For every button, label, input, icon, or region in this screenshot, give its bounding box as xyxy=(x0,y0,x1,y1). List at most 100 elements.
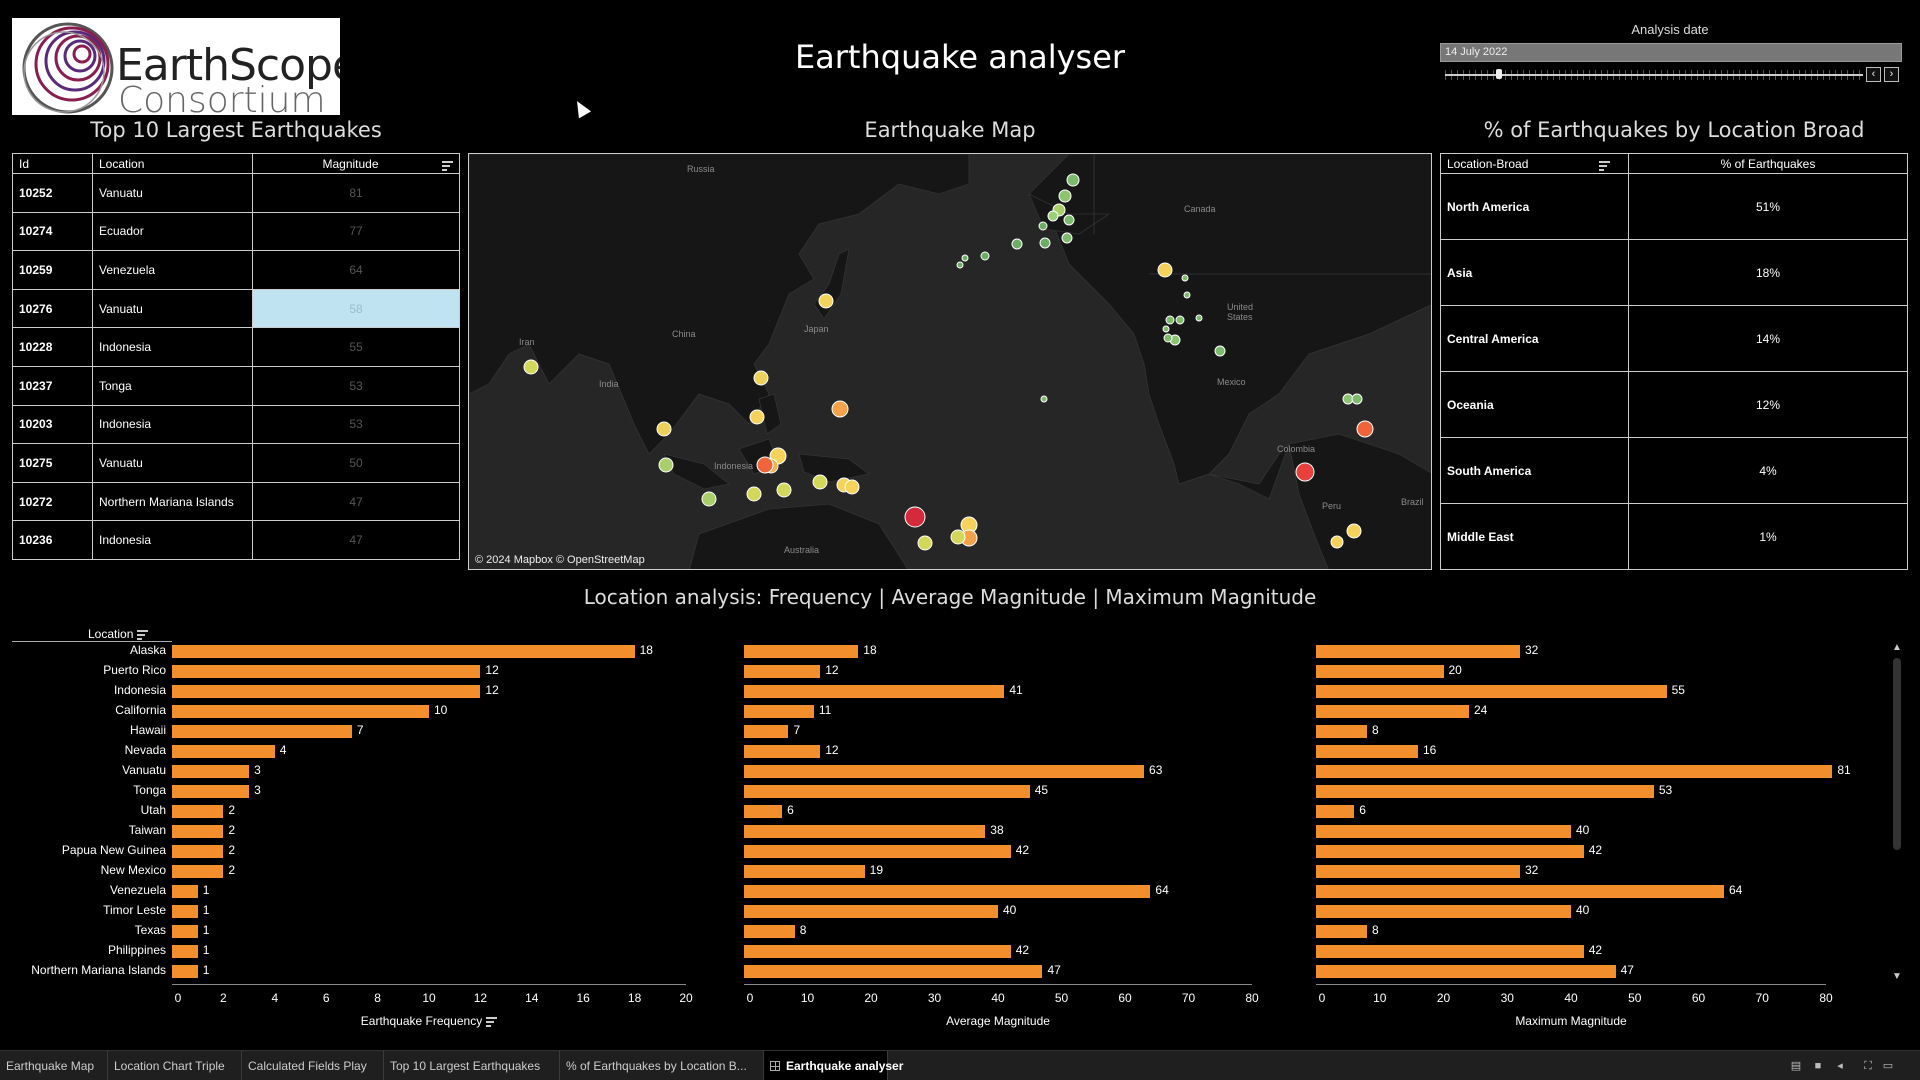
category-label[interactable]: Venezuela xyxy=(110,883,166,897)
earthquake-marker[interactable] xyxy=(756,456,774,474)
cell-magnitude[interactable]: 50 xyxy=(252,443,460,483)
bar[interactable] xyxy=(1316,825,1571,838)
cell-magnitude[interactable]: 53 xyxy=(252,404,460,445)
table-row[interactable]: 10275 Vanuatu 50 xyxy=(12,443,460,483)
bar[interactable] xyxy=(172,945,198,958)
earthquake-marker[interactable] xyxy=(1038,221,1048,231)
earthquake-marker[interactable] xyxy=(1356,420,1374,438)
bar[interactable] xyxy=(172,845,224,858)
earthquake-marker[interactable] xyxy=(812,474,828,490)
bar[interactable] xyxy=(744,865,865,878)
cell-magnitude[interactable]: 47 xyxy=(252,481,460,522)
category-label[interactable]: Puerto Rico xyxy=(103,663,166,677)
bar[interactable] xyxy=(744,945,1011,958)
bar[interactable] xyxy=(1316,945,1584,958)
bar[interactable] xyxy=(744,785,1030,798)
table-row[interactable]: 10252 Vanuatu 81 xyxy=(12,173,460,213)
bar[interactable] xyxy=(1316,745,1418,758)
earthquake-marker[interactable] xyxy=(950,529,966,545)
category-label[interactable]: Philippines xyxy=(108,943,166,957)
earthquake-marker[interactable] xyxy=(1162,325,1170,333)
bar[interactable] xyxy=(1316,845,1584,858)
earthquake-marker[interactable] xyxy=(1330,535,1344,549)
bar[interactable] xyxy=(1316,965,1616,978)
category-label[interactable]: Texas xyxy=(135,923,166,937)
category-label[interactable]: Northern Mariana Islands xyxy=(31,963,166,977)
bar[interactable] xyxy=(172,905,198,918)
date-prev-button[interactable]: ‹ xyxy=(1866,67,1881,82)
category-label[interactable]: Timor Leste xyxy=(103,903,166,917)
earthquake-marker[interactable] xyxy=(1058,189,1072,203)
bar[interactable] xyxy=(744,845,1011,858)
bar[interactable] xyxy=(172,685,481,698)
bar[interactable] xyxy=(1316,765,1833,778)
earthquake-marker[interactable] xyxy=(1175,315,1185,325)
bar[interactable] xyxy=(744,745,821,758)
bar[interactable] xyxy=(744,905,998,918)
scroll-down-icon[interactable]: ▼ xyxy=(1892,971,1902,982)
table-row[interactable]: 10274 Ecuador 77 xyxy=(12,211,460,252)
bar[interactable] xyxy=(744,885,1151,898)
earthquake-map[interactable]: Russia Canada United States China Japan … xyxy=(468,153,1432,570)
bar[interactable] xyxy=(744,805,783,818)
date-next-button[interactable]: › xyxy=(1884,67,1899,82)
earthquake-marker[interactable] xyxy=(1183,291,1191,299)
bar[interactable] xyxy=(172,885,198,898)
bar[interactable] xyxy=(1316,685,1667,698)
category-label[interactable]: Utah xyxy=(141,803,166,817)
x-axis-title[interactable]: Average Magnitude xyxy=(744,1014,1252,1028)
category-label[interactable]: Alaska xyxy=(130,643,166,657)
bar[interactable] xyxy=(1316,645,1520,658)
earthquake-marker[interactable] xyxy=(1063,214,1075,226)
table-row[interactable]: 10236 Indonesia 47 xyxy=(12,520,460,560)
earthquake-marker[interactable] xyxy=(818,293,834,309)
earthquake-marker[interactable] xyxy=(701,491,717,507)
bar[interactable] xyxy=(1316,905,1571,918)
scroll-up-icon[interactable]: ▲ xyxy=(1892,642,1902,653)
vertical-scrollbar[interactable]: ▲ ▼ xyxy=(1888,640,1906,984)
table-row[interactable]: Middle East 1% xyxy=(1440,503,1908,570)
table-row[interactable]: 10228 Indonesia 55 xyxy=(12,327,460,367)
earthquake-marker[interactable] xyxy=(904,506,926,528)
category-label[interactable]: California xyxy=(115,703,166,717)
sheet-tab[interactable]: Location Chart Triple xyxy=(108,1051,242,1080)
earthquake-marker[interactable] xyxy=(749,409,765,425)
bar[interactable] xyxy=(1316,805,1355,818)
sort-icon[interactable] xyxy=(442,160,453,171)
earthquake-marker[interactable] xyxy=(917,535,933,551)
list-view-icon[interactable]: ▤ xyxy=(1790,1060,1802,1072)
table-row[interactable]: South America 4% xyxy=(1440,437,1908,504)
earthquake-marker[interactable] xyxy=(1011,238,1023,250)
bar[interactable] xyxy=(172,825,224,838)
sheet-tab[interactable]: Earthquake Map xyxy=(0,1051,108,1080)
earthquake-marker[interactable] xyxy=(1351,393,1363,405)
earthquake-marker[interactable] xyxy=(1047,210,1059,222)
earthquake-marker[interactable] xyxy=(1061,232,1073,244)
category-label[interactable]: Taiwan xyxy=(129,823,166,837)
bar[interactable] xyxy=(172,665,481,678)
bar[interactable] xyxy=(172,705,429,718)
column-header-location[interactable]: Location xyxy=(92,153,253,174)
cell-magnitude[interactable]: 64 xyxy=(252,250,460,290)
earthquake-marker[interactable] xyxy=(1295,462,1315,482)
bar[interactable] xyxy=(172,645,635,658)
fullscreen-icon[interactable]: ⛶ xyxy=(1862,1060,1874,1072)
earthquake-marker[interactable] xyxy=(1181,274,1189,282)
sheet-tab[interactable]: Top 10 Largest Earthquakes xyxy=(384,1051,560,1080)
earthquake-marker[interactable] xyxy=(1066,173,1080,187)
earthquake-marker[interactable] xyxy=(1346,523,1362,539)
cell-magnitude[interactable]: 77 xyxy=(252,211,460,252)
column-header-location-broad[interactable]: Location-Broad xyxy=(1440,153,1629,174)
bar[interactable] xyxy=(1316,925,1367,938)
earthquake-marker[interactable] xyxy=(1157,262,1173,278)
earthquake-marker[interactable] xyxy=(523,359,539,375)
earthquake-marker[interactable] xyxy=(753,370,769,386)
sort-icon[interactable] xyxy=(1599,160,1610,171)
bar[interactable] xyxy=(744,765,1145,778)
bar[interactable] xyxy=(172,745,275,758)
earthquake-marker[interactable] xyxy=(1195,314,1203,322)
bar[interactable] xyxy=(1316,785,1654,798)
category-label[interactable]: Hawaii xyxy=(130,723,166,737)
earthquake-marker[interactable] xyxy=(656,421,672,437)
bar[interactable] xyxy=(744,725,789,738)
